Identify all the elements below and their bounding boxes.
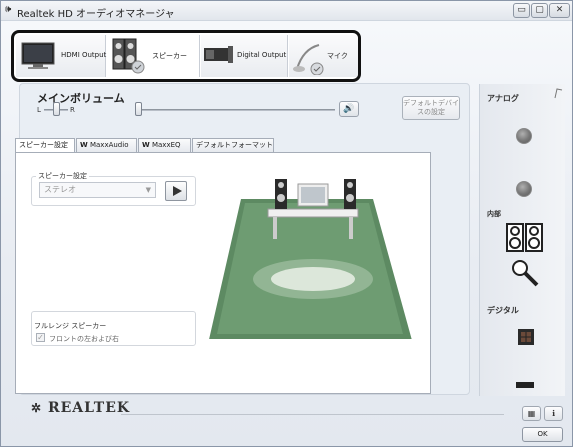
- tab-speaker-settings[interactable]: スピーカー設定: [15, 138, 75, 153]
- brand-text: REALTEK: [47, 400, 131, 416]
- device-info-icon: ▦: [527, 409, 536, 418]
- internal-heading: 内部: [487, 210, 501, 218]
- device-tab-speaker[interactable]: スピーカー: [107, 35, 200, 77]
- play-test-button[interactable]: [165, 181, 187, 201]
- realtek-logo: ✲ REALTEK: [31, 400, 130, 416]
- chevron-down-icon: ▼: [145, 186, 151, 194]
- realtek-window: 🕪 Realtek HD オーディオマネージャ ▭ ▢ ✕ HDMI Outpu…: [0, 0, 573, 447]
- speaker-config-select[interactable]: ステレオ ▼: [39, 182, 156, 198]
- maximize-button[interactable]: ▢: [531, 3, 548, 18]
- balance-right-label: R: [70, 106, 75, 114]
- mute-button[interactable]: 🔊: [339, 101, 359, 117]
- info-button[interactable]: ℹ: [544, 406, 563, 421]
- ok-button[interactable]: OK: [522, 427, 563, 442]
- digital-heading: デジタル: [487, 306, 519, 315]
- tab-maxxaudio[interactable]: W MaxxAudio: [76, 138, 137, 152]
- internal-microphone-icon[interactable]: [511, 259, 541, 289]
- tab-maxxeq[interactable]: W MaxxEQ: [138, 138, 191, 152]
- footer-divider: [121, 414, 504, 415]
- close-button[interactable]: ✕: [549, 3, 570, 18]
- microphone-icon: [293, 44, 324, 75]
- device-label: スピーカー: [152, 52, 187, 60]
- main-volume-title: メインボリューム: [37, 92, 125, 105]
- settings-flag-icon[interactable]: [553, 87, 563, 99]
- hdmi-port-icon[interactable]: [515, 381, 535, 389]
- balance-left-label: L: [37, 106, 41, 114]
- speaker-icon: [112, 38, 145, 74]
- full-range-label: フルレンジ スピーカー: [34, 322, 107, 330]
- volume-icon: 🕪: [5, 4, 12, 15]
- device-label: HDMI Output: [61, 51, 107, 59]
- monitor-icon: [21, 42, 55, 69]
- speaker-settings-label: スピーカー設定: [36, 171, 89, 181]
- realtek-crab-icon: ✲: [31, 401, 43, 415]
- speaker-config-value: ステレオ: [44, 185, 76, 194]
- device-tab-digital-output[interactable]: Digital Output: [201, 35, 288, 77]
- analog-heading: アナログ: [487, 94, 519, 103]
- device-info-button[interactable]: ▦: [522, 406, 541, 421]
- analog-jack-2[interactable]: [516, 181, 532, 197]
- internal-speakers-icon[interactable]: [506, 223, 544, 253]
- front-lr-checkbox-label: フロントの左および右: [49, 335, 119, 343]
- digital-port-icon[interactable]: [517, 328, 535, 346]
- speaker-room-illustration: [209, 179, 412, 339]
- device-label: Digital Output: [237, 51, 287, 59]
- tab-default-format[interactable]: デフォルトフォーマット: [192, 138, 274, 152]
- minimize-button[interactable]: ▭: [513, 3, 530, 18]
- tab-label: MaxxAudio: [89, 141, 129, 149]
- device-label: マイク: [327, 52, 348, 60]
- device-tab-hdmi-output[interactable]: HDMI Output: [16, 35, 106, 77]
- info-icon: ℹ: [551, 409, 556, 418]
- volume-slider[interactable]: [135, 102, 142, 116]
- default-device-button[interactable]: デフォルトデバイスの設定: [402, 96, 460, 120]
- window-title: Realtek HD オーディオマネージャ: [17, 9, 175, 20]
- tab-label: MaxxEQ: [151, 141, 181, 149]
- digital-output-icon: [204, 46, 233, 63]
- device-selector: HDMI Output スピーカー Digital Output マイク: [11, 30, 361, 82]
- volume-slider-track: [135, 109, 335, 111]
- balance-slider[interactable]: [53, 102, 60, 116]
- title-bar: 🕪 Realtek HD オーディオマネージャ ▭ ▢ ✕: [1, 1, 572, 21]
- speaker-volume-icon: 🔊: [343, 104, 355, 114]
- device-tab-microphone[interactable]: マイク: [289, 35, 358, 77]
- front-lr-checkbox[interactable]: ✓: [36, 333, 45, 342]
- analog-jack-1[interactable]: [516, 128, 532, 144]
